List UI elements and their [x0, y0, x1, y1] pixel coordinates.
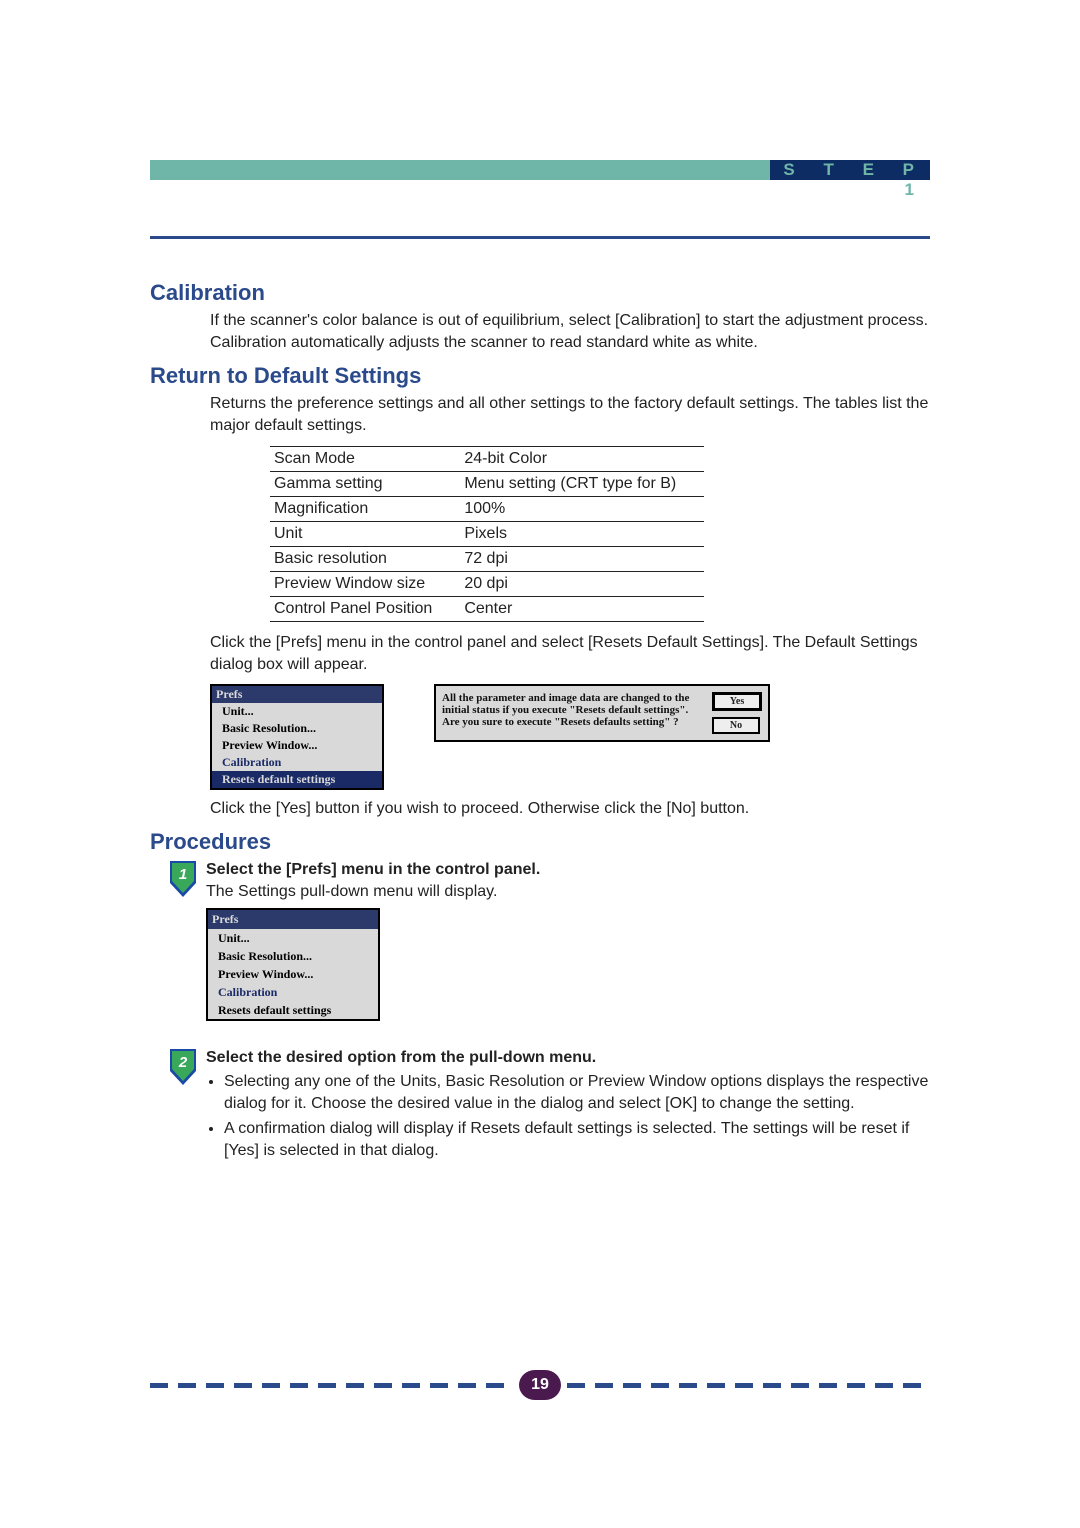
step-badge-2-icon: 2	[170, 1049, 200, 1085]
svg-text:1: 1	[179, 866, 187, 883]
prefs-menu-title: Prefs	[208, 910, 378, 928]
prefs-menu-screenshot: Prefs Unit... Basic Resolution... Previe…	[210, 684, 384, 790]
prefs-menu-item-selected: Resets default settings	[212, 771, 382, 788]
table-row: UnitPixels	[270, 522, 704, 547]
dash-decoration-left	[150, 1383, 513, 1388]
dialog-no-button: No	[712, 717, 760, 734]
dialog-yes-button: Yes	[712, 692, 762, 711]
svg-text:2: 2	[178, 1054, 188, 1071]
prefs-menu-item: Unit...	[212, 703, 382, 720]
bullet-item: Selecting any one of the Units, Basic Re…	[224, 1071, 930, 1114]
return-defaults-intro: Returns the preference settings and all …	[210, 393, 930, 436]
prefs-menu-item: Resets default settings	[208, 1001, 378, 1019]
prefs-menu-item: Unit...	[208, 929, 378, 947]
table-row: Gamma settingMenu setting (CRT type for …	[270, 472, 704, 497]
confirm-dialog-screenshot: All the parameter and image data are cha…	[434, 684, 770, 742]
page-number-bar: 19	[150, 1368, 930, 1402]
table-row: Preview Window size20 dpi	[270, 572, 704, 597]
table-row: Control Panel PositionCenter	[270, 597, 704, 622]
prefs-menu-title: Prefs	[212, 686, 382, 703]
page-number: 19	[519, 1370, 561, 1400]
dialog-buttons: Yes No	[712, 692, 762, 734]
header-bar-teal	[150, 160, 770, 180]
section-title-calibration: Calibration	[150, 280, 930, 306]
document-page: S T E P 1 Calibration If the scanner's c…	[0, 0, 1080, 1528]
procedure-step-2: 2 Select the desired option from the pul…	[170, 1047, 930, 1165]
horizontal-rule	[150, 236, 930, 239]
table-row: Magnification100%	[270, 497, 704, 522]
section-title-return-defaults: Return to Default Settings	[150, 363, 930, 389]
prefs-menu-item: Basic Resolution...	[208, 947, 378, 965]
dash-decoration-right	[567, 1383, 930, 1388]
prefs-menu-item: Basic Resolution...	[212, 720, 382, 737]
prefs-menu-item: Calibration	[212, 754, 382, 771]
return-defaults-after-table: Click the [Prefs] menu in the control pa…	[210, 632, 930, 675]
page-content: Calibration If the scanner's color balan…	[150, 270, 930, 1173]
prefs-menu-item: Preview Window...	[212, 737, 382, 754]
prefs-menu-item: Calibration	[208, 983, 378, 1001]
dialog-text: All the parameter and image data are cha…	[442, 692, 704, 734]
prefs-and-dialog-row: Prefs Unit... Basic Resolution... Previe…	[210, 684, 930, 790]
bullet-item: A confirmation dialog will display if Re…	[224, 1118, 930, 1161]
step-bullets: Selecting any one of the Units, Basic Re…	[206, 1071, 930, 1161]
return-defaults-after-dialog: Click the [Yes] button if you wish to pr…	[210, 798, 930, 820]
step-heading: Select the desired option from the pull-…	[206, 1047, 930, 1069]
prefs-menu-screenshot-2: Prefs Unit... Basic Resolution... Previe…	[206, 908, 380, 1021]
prefs-menu-item: Preview Window...	[208, 965, 378, 983]
calibration-body: If the scanner's color balance is out of…	[210, 310, 930, 353]
step-label: S T E P 1	[770, 160, 930, 200]
section-title-procedures: Procedures	[150, 829, 930, 855]
procedures-list: 1 Select the [Prefs] menu in the control…	[170, 859, 930, 1165]
procedure-step-1: 1 Select the [Prefs] menu in the control…	[170, 859, 930, 1021]
table-row: Scan Mode24-bit Color	[270, 447, 704, 472]
defaults-table: Scan Mode24-bit Color Gamma settingMenu …	[270, 446, 704, 622]
table-row: Basic resolution72 dpi	[270, 547, 704, 572]
step-badge-1-icon: 1	[170, 861, 200, 897]
step-heading: Select the [Prefs] menu in the control p…	[206, 859, 930, 881]
step-body: The Settings pull-down menu will display…	[206, 881, 930, 903]
